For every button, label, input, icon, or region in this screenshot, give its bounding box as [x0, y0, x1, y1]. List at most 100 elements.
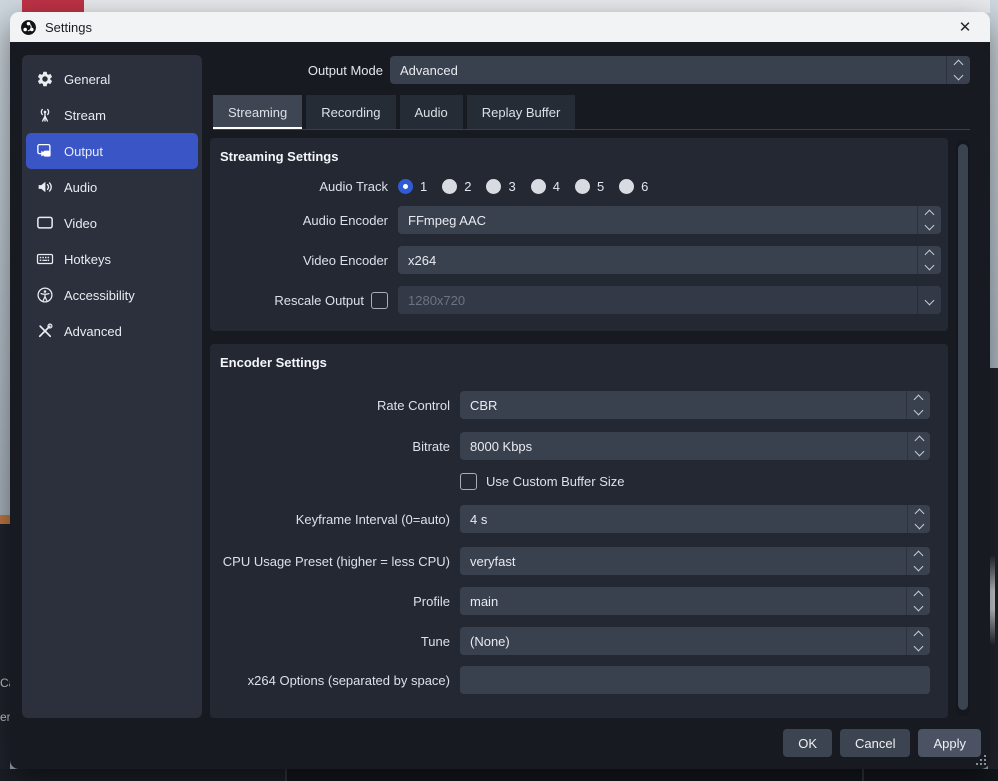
x264-options-label: x264 Options (separated by space) [218, 673, 450, 688]
custom-buffer-checkbox[interactable] [460, 473, 477, 490]
tab-replay-buffer[interactable]: Replay Buffer [467, 95, 576, 129]
sidebar-item-label: Stream [64, 108, 106, 123]
sidebar-item-label: Accessibility [64, 288, 135, 303]
sidebar-item-advanced[interactable]: Advanced [26, 313, 198, 349]
dialog-buttons: OK Cancel Apply [783, 729, 981, 757]
output-tabs: Streaming Recording Audio Replay Buffer [213, 95, 575, 129]
combo-chevrons-icon [946, 56, 970, 84]
x264-options-row: x264 Options (separated by space) [218, 666, 930, 694]
sidebar-item-accessibility[interactable]: Accessibility [26, 277, 198, 313]
sidebar-item-general[interactable]: General [26, 61, 198, 97]
sidebar-item-stream[interactable]: Stream [26, 97, 198, 133]
custom-buffer-row: Use Custom Buffer Size [218, 473, 930, 490]
spinner-chevrons-icon [907, 505, 930, 533]
tools-icon [36, 322, 54, 340]
spinner-chevrons-icon [907, 432, 930, 460]
streaming-settings-panel: Streaming Settings Audio Track 1 2 3 4 5… [210, 138, 948, 331]
combo-chevrons-icon [906, 391, 930, 419]
tune-label: Tune [218, 634, 450, 649]
x264-options-input[interactable] [460, 666, 930, 694]
video-encoder-row: Video Encoder x264 [218, 246, 941, 274]
tab-recording[interactable]: Recording [306, 95, 395, 129]
rescale-resolution-select[interactable]: 1280x720 [398, 286, 941, 314]
combo-chevrons-icon [906, 627, 930, 655]
rate-control-label: Rate Control [218, 398, 450, 413]
sidebar-item-label: General [64, 72, 110, 87]
background-left-edge [0, 524, 10, 781]
settings-window: Settings ✕ General Stream [10, 12, 990, 769]
video-encoder-select[interactable]: x264 [398, 246, 941, 274]
settings-sidebar: General Stream Output [22, 55, 202, 718]
cpu-preset-select[interactable]: veryfast [460, 547, 930, 575]
keyframe-interval-label: Keyframe Interval (0=auto) [218, 512, 450, 527]
encoder-settings-panel: Encoder Settings Rate Control CBR Bitrat… [210, 344, 948, 718]
audio-encoder-label: Audio Encoder [218, 213, 388, 228]
cpu-preset-label: CPU Usage Preset (higher = less CPU) [218, 554, 450, 569]
sidebar-item-label: Video [64, 216, 97, 231]
audio-track-row: Audio Track 1 2 3 4 5 6 [218, 179, 941, 194]
display-icon [36, 214, 54, 232]
gear-icon [36, 70, 54, 88]
rate-control-row: Rate Control CBR [218, 391, 930, 419]
sidebar-item-video[interactable]: Video [26, 205, 198, 241]
combo-chevrons-icon [917, 246, 941, 274]
audio-track-radio-4[interactable] [531, 179, 546, 194]
audio-track-radio-5[interactable] [575, 179, 590, 194]
output-mode-label: Output Mode [308, 57, 383, 85]
sidebar-item-label: Audio [64, 180, 97, 195]
sidebar-item-audio[interactable]: Audio [26, 169, 198, 205]
titlebar[interactable]: Settings ✕ [10, 12, 990, 42]
profile-label: Profile [218, 594, 450, 609]
tab-separator [213, 129, 970, 130]
obs-logo-icon [20, 19, 37, 36]
window-title: Settings [45, 20, 92, 35]
audio-encoder-row: Audio Encoder FFmpeg AAC [218, 206, 941, 234]
profile-row: Profile main [218, 587, 930, 615]
audio-track-radio-1[interactable] [398, 179, 413, 194]
close-button[interactable]: ✕ [950, 18, 980, 36]
bitrate-spinner[interactable]: 8000 Kbps [460, 432, 930, 460]
encoder-settings-title: Encoder Settings [220, 355, 327, 370]
audio-track-radio-6[interactable] [619, 179, 634, 194]
rescale-output-checkbox[interactable] [371, 292, 388, 309]
cpu-preset-row: CPU Usage Preset (higher = less CPU) ver… [218, 547, 930, 575]
background-horizon-line [0, 515, 10, 524]
combo-chevrons-icon [906, 547, 930, 575]
sidebar-item-output[interactable]: Output [26, 133, 198, 169]
output-icon [36, 142, 54, 160]
cancel-button[interactable]: Cancel [840, 729, 910, 757]
apply-button[interactable]: Apply [918, 729, 981, 757]
background-light-streak [990, 555, 995, 645]
tab-audio[interactable]: Audio [400, 95, 463, 129]
tab-streaming[interactable]: Streaming [213, 95, 302, 129]
profile-select[interactable]: main [460, 587, 930, 615]
video-encoder-label: Video Encoder [218, 253, 388, 268]
vertical-scrollbar[interactable] [956, 140, 970, 716]
accessibility-icon [36, 286, 54, 304]
audio-track-radio-2[interactable] [442, 179, 457, 194]
rescale-output-row: Rescale Output 1280x720 [218, 286, 941, 314]
custom-buffer-label: Use Custom Buffer Size [486, 474, 624, 489]
resize-grip[interactable] [976, 755, 986, 765]
sidebar-item-hotkeys[interactable]: Hotkeys [26, 241, 198, 277]
combo-chevron-down-icon [917, 286, 941, 314]
scrollbar-thumb[interactable] [958, 144, 968, 710]
sidebar-item-label: Hotkeys [64, 252, 111, 267]
settings-body: General Stream Output [10, 42, 990, 769]
audio-track-radio-3[interactable] [486, 179, 501, 194]
tune-select[interactable]: (None) [460, 627, 930, 655]
audio-track-label: Audio Track [218, 179, 388, 194]
sidebar-item-label: Output [64, 144, 103, 159]
keyframe-interval-spinner[interactable]: 4 s [460, 505, 930, 533]
bitrate-row: Bitrate 8000 Kbps [218, 432, 930, 460]
combo-chevrons-icon [906, 587, 930, 615]
combo-chevrons-icon [917, 206, 941, 234]
output-mode-select[interactable]: Advanced [390, 56, 970, 84]
keyboard-icon [36, 250, 54, 268]
background-bottom-window [0, 769, 998, 781]
audio-encoder-select[interactable]: FFmpeg AAC [398, 206, 941, 234]
ok-button[interactable]: OK [783, 729, 832, 757]
rate-control-select[interactable]: CBR [460, 391, 930, 419]
desktop-screen: Ca er Settings ✕ General [0, 0, 998, 781]
output-mode-value: Advanced [400, 63, 458, 78]
